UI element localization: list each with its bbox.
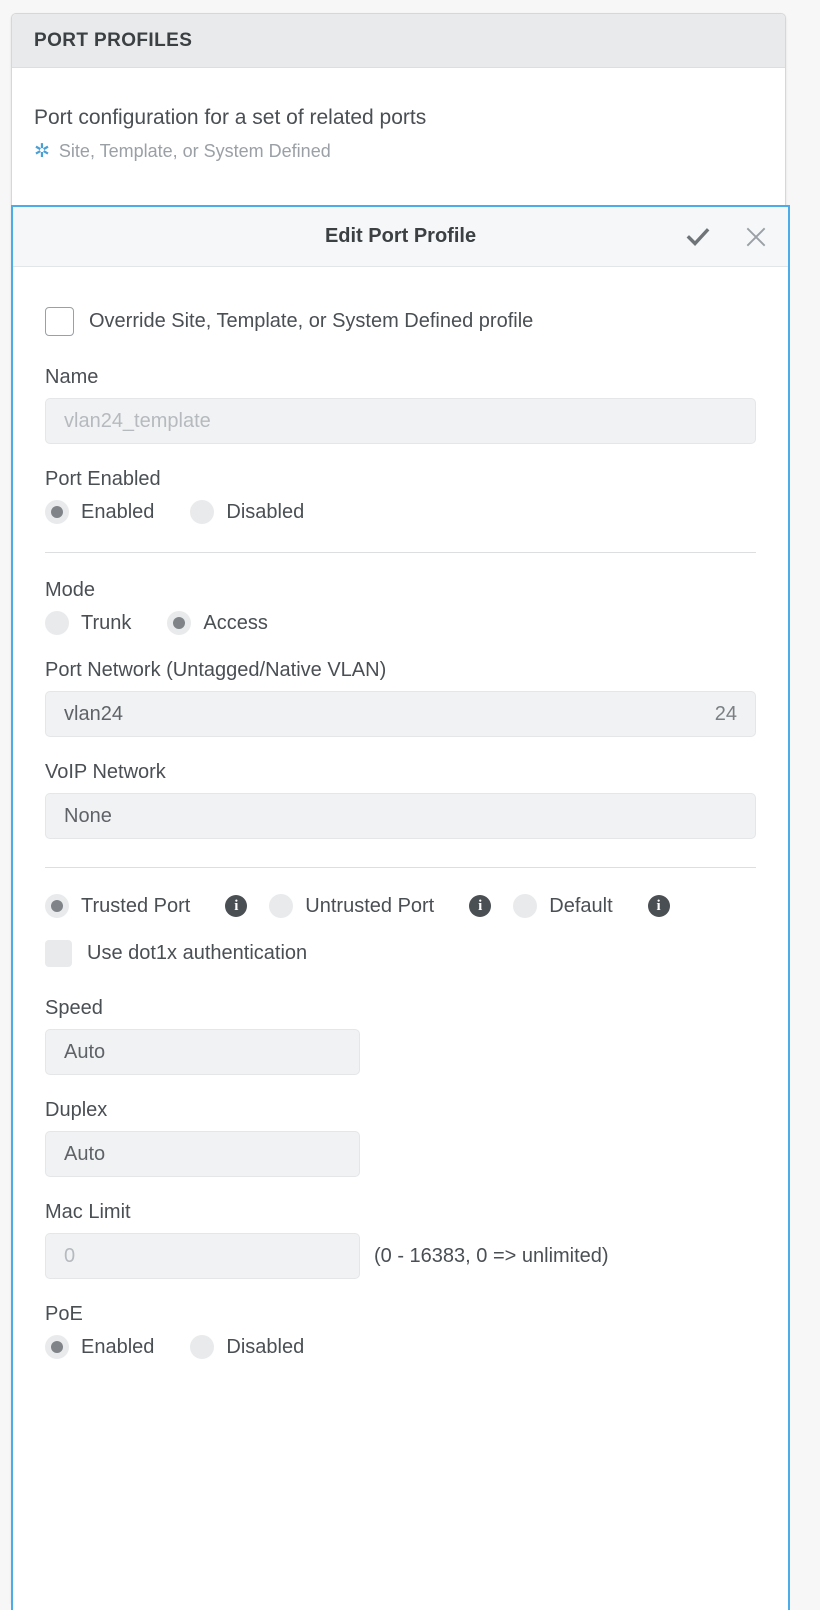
port-enabled-disabled-label: Disabled [226, 501, 304, 524]
mode-group: Mode Trunk Access [45, 579, 756, 635]
voip-network-label: VoIP Network [45, 761, 756, 784]
speed-select[interactable]: Auto [45, 1029, 360, 1075]
card-body: Port configuration for a set of related … [12, 68, 785, 162]
info-icon[interactable]: i [225, 895, 247, 917]
panel-header: Edit Port Profile [13, 207, 788, 267]
mode-option-access[interactable]: Access [167, 611, 267, 635]
mac-limit-row: 0 (0 - 16383, 0 => unlimited) [45, 1233, 756, 1279]
voip-network-select[interactable]: None [45, 793, 756, 839]
poe-group: PoE Enabled Disabled [45, 1303, 756, 1359]
poe-enabled-label: Enabled [81, 1336, 154, 1359]
poe-label: PoE [45, 1303, 756, 1326]
edit-port-profile-panel: Edit Port Profile Override Site, Templat… [11, 205, 790, 1610]
divider [45, 552, 756, 553]
port-network-group: Port Network (Untagged/Native VLAN) vlan… [45, 659, 756, 737]
port-enabled-group: Port Enabled Enabled Disabled [45, 468, 756, 524]
panel-body: Override Site, Template, or System Defin… [13, 267, 788, 1359]
trust-trusted-label: Trusted Port [81, 895, 190, 918]
dot1x-row[interactable]: Use dot1x authentication [45, 940, 756, 967]
duplex-select[interactable]: Auto [45, 1131, 360, 1177]
port-enabled-option-enabled[interactable]: Enabled [45, 500, 154, 524]
port-network-select[interactable]: vlan24 24 [45, 691, 756, 737]
speed-label: Speed [45, 997, 756, 1020]
port-enabled-radio-group: Enabled Disabled [45, 500, 756, 524]
trust-option-default[interactable]: Default [513, 894, 612, 918]
mac-limit-hint: (0 - 16383, 0 => unlimited) [374, 1245, 609, 1268]
name-input[interactable]: vlan24_template [45, 398, 756, 444]
port-network-value: vlan24 [64, 703, 123, 726]
mode-radio-group: Trunk Access [45, 611, 756, 635]
info-icon[interactable]: i [648, 895, 670, 917]
radio-icon[interactable] [45, 1335, 69, 1359]
port-network-vlan-id: 24 [715, 703, 737, 726]
poe-radio-group: Enabled Disabled [45, 1335, 756, 1359]
poe-disabled-label: Disabled [226, 1336, 304, 1359]
radio-icon[interactable] [45, 611, 69, 635]
mode-label: Mode [45, 579, 756, 602]
override-profile-row[interactable]: Override Site, Template, or System Defin… [45, 307, 756, 336]
panel-actions [684, 207, 770, 267]
confirm-check-icon[interactable] [684, 223, 712, 251]
radio-icon[interactable] [269, 894, 293, 918]
mode-access-label: Access [203, 612, 267, 635]
name-group: Name vlan24_template [45, 366, 756, 444]
radio-icon[interactable] [167, 611, 191, 635]
port-enabled-option-disabled[interactable]: Disabled [190, 500, 304, 524]
mac-limit-input[interactable]: 0 [45, 1233, 360, 1279]
card-header: PORT PROFILES [12, 14, 785, 68]
trust-radio-group: Trusted Port i Untrusted Port i Default … [45, 894, 756, 918]
radio-icon[interactable] [45, 500, 69, 524]
duplex-label: Duplex [45, 1099, 756, 1122]
card-subtitle-row: ✲ Site, Template, or System Defined [34, 141, 763, 162]
mode-option-trunk[interactable]: Trunk [45, 611, 131, 635]
radio-icon[interactable] [190, 500, 214, 524]
panel-title: Edit Port Profile [325, 225, 476, 248]
radio-icon[interactable] [513, 894, 537, 918]
card-subtitle: Site, Template, or System Defined [59, 141, 331, 162]
page-title: PORT PROFILES [34, 30, 192, 52]
poe-option-enabled[interactable]: Enabled [45, 1335, 154, 1359]
port-enabled-label: Port Enabled [45, 468, 756, 491]
close-icon[interactable] [742, 223, 770, 251]
voip-network-group: VoIP Network None [45, 761, 756, 839]
duplex-group: Duplex Auto [45, 1099, 756, 1177]
mode-trunk-label: Trunk [81, 612, 131, 635]
info-icon[interactable]: i [469, 895, 491, 917]
override-profile-checkbox[interactable] [45, 307, 74, 336]
radio-icon[interactable] [190, 1335, 214, 1359]
trust-option-trusted[interactable]: Trusted Port [45, 894, 190, 918]
mac-limit-group: Mac Limit 0 (0 - 16383, 0 => unlimited) [45, 1201, 756, 1279]
dot1x-checkbox[interactable] [45, 940, 72, 967]
port-enabled-enabled-label: Enabled [81, 501, 154, 524]
speed-group: Speed Auto [45, 997, 756, 1075]
radio-icon[interactable] [45, 894, 69, 918]
dot1x-label: Use dot1x authentication [87, 942, 307, 965]
trust-option-untrusted[interactable]: Untrusted Port [269, 894, 434, 918]
trust-default-label: Default [549, 895, 612, 918]
mac-limit-label: Mac Limit [45, 1201, 756, 1224]
card-description: Port configuration for a set of related … [34, 104, 763, 131]
port-network-label: Port Network (Untagged/Native VLAN) [45, 659, 756, 682]
poe-option-disabled[interactable]: Disabled [190, 1335, 304, 1359]
name-label: Name [45, 366, 756, 389]
divider [45, 867, 756, 868]
override-profile-label: Override Site, Template, or System Defin… [89, 310, 533, 333]
asterisk-icon: ✲ [34, 142, 50, 161]
trust-untrusted-label: Untrusted Port [305, 895, 434, 918]
